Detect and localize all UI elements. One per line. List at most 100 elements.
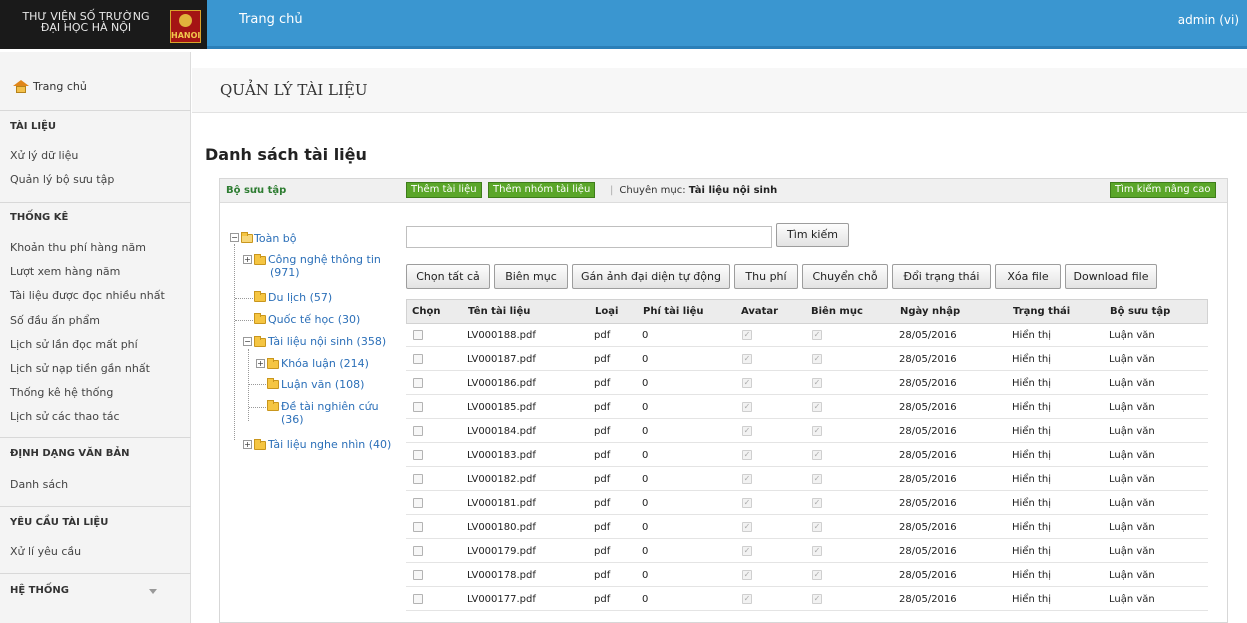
row-select-checkbox[interactable] <box>413 426 423 436</box>
tree-node-intl-studies[interactable]: Quốc tế học (30) <box>268 313 360 326</box>
table-row[interactable]: LV000184.pdf pdf 0 ✓ ✓ 28/05/2016 Hiển thị Luận… <box>406 420 1208 443</box>
user-menu[interactable]: admin (vi) <box>1178 13 1239 27</box>
tree-node-research[interactable]: Đề tài nghiên cứu (36) <box>281 400 379 426</box>
sidebar-item-format-list[interactable]: Danh sách <box>10 478 68 491</box>
cell-fee: 0 <box>642 594 649 605</box>
column-header[interactable]: Avatar <box>741 306 778 317</box>
table-row[interactable]: LV000181.pdf pdf 0 ✓ ✓ 28/05/2016 Hiển thị Luận… <box>406 492 1208 515</box>
charge-fee-button[interactable]: Thu phí <box>734 264 798 289</box>
expand-icon[interactable]: + <box>243 440 252 449</box>
sidebar-item-data-processing[interactable]: Xử lý dữ liệu <box>10 149 78 162</box>
cell-status: Hiển thị <box>1012 450 1052 461</box>
search-input[interactable] <box>406 226 772 248</box>
table-row[interactable]: LV000177.pdf pdf 0 ✓ ✓ 28/05/2016 Hiển thị Luận… <box>406 588 1208 611</box>
tree-node-it[interactable]: Công nghệ thông tin (971) <box>268 253 381 279</box>
sidebar-item-paid-read-history[interactable]: Lịch sử lần đọc mất phí <box>10 338 138 351</box>
column-header[interactable]: Tên tài liệu <box>468 306 530 317</box>
row-select-checkbox[interactable] <box>413 330 423 340</box>
folder-icon <box>254 291 266 302</box>
cell-fee: 0 <box>642 546 649 557</box>
row-select-checkbox[interactable] <box>413 354 423 364</box>
cell-fee: 0 <box>642 570 649 581</box>
select-all-button[interactable]: Chọn tất cả <box>406 264 490 289</box>
sidebar-item-annual-views[interactable]: Lượt xem hàng năm <box>10 265 120 278</box>
tree-node-internal-docs[interactable]: Tài liệu nội sinh (358) <box>268 335 386 348</box>
tree-node-dissertation[interactable]: Luận văn (108) <box>281 378 364 391</box>
expand-icon[interactable]: + <box>243 255 252 264</box>
table-row[interactable]: LV000180.pdf pdf 0 ✓ ✓ 28/05/2016 Hiển thị Luận… <box>406 516 1208 539</box>
row-select-checkbox[interactable] <box>413 594 423 604</box>
table-row[interactable]: LV000182.pdf pdf 0 ✓ ✓ 28/05/2016 Hiển thị Luận… <box>406 468 1208 491</box>
cell-date: 28/05/2016 <box>899 546 957 557</box>
download-file-button[interactable]: Download file <box>1065 264 1157 289</box>
cell-collection: Luận văn <box>1109 594 1155 605</box>
row-select-checkbox[interactable] <box>413 378 423 388</box>
cell-date: 28/05/2016 <box>899 330 957 341</box>
row-select-checkbox[interactable] <box>413 522 423 532</box>
cell-status: Hiển thị <box>1012 378 1052 389</box>
cell-collection: Luận văn <box>1109 354 1155 365</box>
sidebar-item-system-stats[interactable]: Thống kê hệ thống <box>10 386 113 399</box>
row-select-checkbox[interactable] <box>413 450 423 460</box>
column-header[interactable]: Phí tài liệu <box>643 306 704 317</box>
sidebar-item-recent-topups[interactable]: Lịch sử nạp tiền gần nhất <box>10 362 150 375</box>
table-row[interactable]: LV000188.pdf pdf 0 ✓ ✓ 28/05/2016 Hiển thị Luận… <box>406 324 1208 347</box>
column-header[interactable]: Chọn <box>412 306 440 317</box>
add-document-button[interactable]: Thêm tài liệu <box>406 182 482 198</box>
catalog-button[interactable]: Biên mục <box>494 264 568 289</box>
sidebar-item-handle-requests[interactable]: Xử lí yêu cầu <box>10 545 81 558</box>
cell-type: pdf <box>594 498 611 509</box>
tree-node-thesis[interactable]: Khóa luận (214) <box>281 357 369 370</box>
sidebar-section-documents: TÀI LIỆU <box>10 121 57 132</box>
row-select-checkbox[interactable] <box>413 474 423 484</box>
table-row[interactable]: LV000178.pdf pdf 0 ✓ ✓ 28/05/2016 Hiển thị Luận… <box>406 564 1208 587</box>
advanced-search-button[interactable]: Tìm kiếm nâng cao <box>1110 182 1216 198</box>
auto-avatar-button[interactable]: Gán ảnh đại diện tự động <box>572 264 730 289</box>
sidebar-home-label: Trang chủ <box>33 80 87 93</box>
page-title: QUẢN LÝ TÀI LIỆU <box>220 81 368 99</box>
cell-fee: 0 <box>642 378 649 389</box>
top-home-link[interactable]: Trang chủ <box>239 12 303 27</box>
cell-date: 28/05/2016 <box>899 426 957 437</box>
search-button[interactable]: Tìm kiếm <box>776 223 849 247</box>
column-header[interactable]: Bộ sưu tập <box>1110 306 1170 317</box>
cell-status: Hiển thị <box>1012 330 1052 341</box>
add-document-group-button[interactable]: Thêm nhóm tài liệu <box>488 182 596 198</box>
divider <box>0 506 191 507</box>
table-row[interactable]: LV000185.pdf pdf 0 ✓ ✓ 28/05/2016 Hiển thị Luận… <box>406 396 1208 419</box>
cell-fee: 0 <box>642 330 649 341</box>
column-header[interactable]: Biên mục <box>811 306 863 317</box>
cell-type: pdf <box>594 594 611 605</box>
move-button[interactable]: Chuyển chỗ <box>802 264 888 289</box>
column-header[interactable]: Ngày nhập <box>900 306 960 317</box>
folder-icon <box>254 254 266 265</box>
cell-date: 28/05/2016 <box>899 450 957 461</box>
chevron-down-icon[interactable] <box>149 589 157 594</box>
column-header[interactable]: Loại <box>595 306 618 317</box>
sidebar-item-most-read[interactable]: Tài liệu được đọc nhiều nhất <box>10 289 165 302</box>
collapse-icon[interactable]: − <box>243 337 252 346</box>
tree-node-audiovisual[interactable]: Tài liệu nghe nhìn (40) <box>268 438 391 451</box>
row-select-checkbox[interactable] <box>413 546 423 556</box>
column-header[interactable]: Trạng thái <box>1013 306 1070 317</box>
change-status-button[interactable]: Đổi trạng thái <box>892 264 991 289</box>
table-row[interactable]: LV000186.pdf pdf 0 ✓ ✓ 28/05/2016 Hiển thị Luận… <box>406 372 1208 395</box>
sidebar-item-action-history[interactable]: Lịch sử các thao tác <box>10 410 120 423</box>
sidebar-item-annual-fees[interactable]: Khoản thu phí hàng năm <box>10 241 146 254</box>
table-row[interactable]: LV000183.pdf pdf 0 ✓ ✓ 28/05/2016 Hiển thị Luận… <box>406 444 1208 467</box>
sidebar-item-publication-count[interactable]: Số đầu ấn phẩm <box>10 314 100 327</box>
tree-node-all[interactable]: Toàn bộ <box>254 232 297 245</box>
sidebar-home[interactable]: Trang chủ <box>13 80 87 93</box>
sidebar-item-collection-management[interactable]: Quản lý bộ sưu tập <box>10 173 114 186</box>
table-row[interactable]: LV000179.pdf pdf 0 ✓ ✓ 28/05/2016 Hiển thị Luận… <box>406 540 1208 563</box>
collapse-icon[interactable]: − <box>230 233 239 242</box>
table-row[interactable]: LV000187.pdf pdf 0 ✓ ✓ 28/05/2016 Hiển thị Luận… <box>406 348 1208 371</box>
sidebar-section-system[interactable]: HỆ THỐNG <box>10 585 69 596</box>
expand-icon[interactable]: + <box>256 359 265 368</box>
row-select-checkbox[interactable] <box>413 498 423 508</box>
tree-node-tourism[interactable]: Du lịch (57) <box>268 291 332 304</box>
brand[interactable]: THƯ VIỆN SỐ TRƯỜNG ĐẠI HỌC HÀ NỘI HANOI <box>0 0 207 49</box>
delete-file-button[interactable]: Xóa file <box>995 264 1061 289</box>
row-select-checkbox[interactable] <box>413 570 423 580</box>
row-select-checkbox[interactable] <box>413 402 423 412</box>
